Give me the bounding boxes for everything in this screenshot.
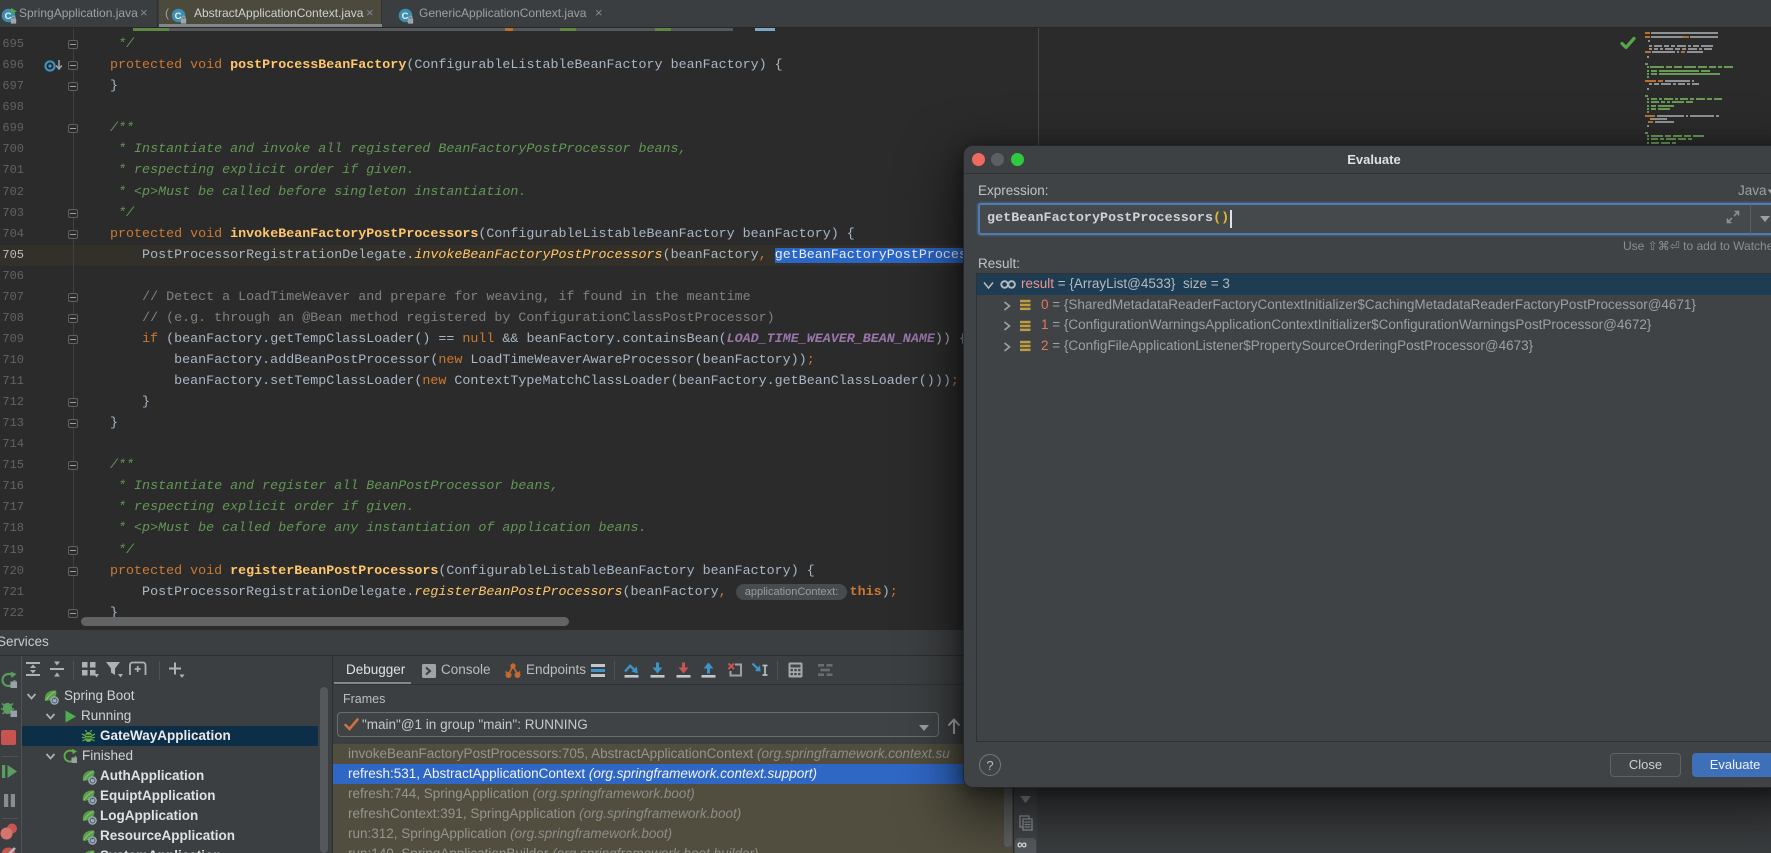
svg-text:C: C	[5, 11, 12, 22]
svg-text:C: C	[402, 11, 409, 22]
svg-text:C: C	[175, 11, 182, 22]
